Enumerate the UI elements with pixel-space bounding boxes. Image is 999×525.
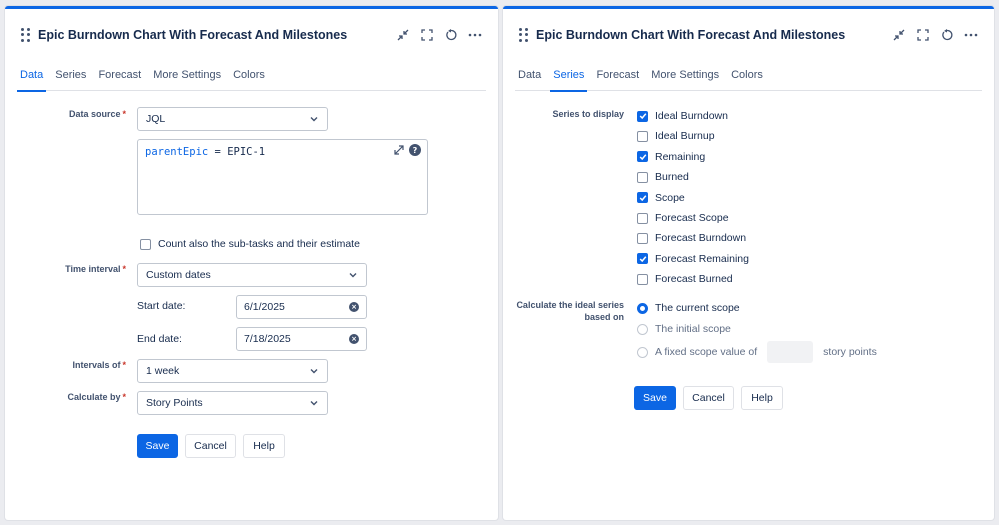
ideal-series-label: Calculate the ideal series based on — [516, 299, 624, 323]
help-button[interactable]: Help — [243, 434, 285, 458]
radio-fixed-scope[interactable]: A fixed scope value of story points — [637, 341, 877, 363]
checkbox-checked-icon — [637, 192, 648, 203]
series-checkbox-ideal-burnup[interactable]: Ideal Burnup — [637, 130, 715, 142]
intervals-of-label: Intervals of* — [72, 360, 126, 370]
series-checkbox-scope[interactable]: Scope — [637, 192, 685, 204]
minimize-icon[interactable] — [396, 28, 410, 42]
series-checkbox-remaining[interactable]: Remaining — [637, 151, 705, 163]
save-button[interactable]: Save — [634, 386, 676, 410]
chevron-down-icon — [348, 270, 358, 280]
more-actions-icon[interactable] — [964, 28, 978, 42]
radio-initial-scope[interactable]: The initial scope — [637, 323, 731, 335]
panel-title: Epic Burndown Chart With Forecast And Mi… — [38, 28, 396, 42]
series-label: Forecast Remaining — [655, 253, 749, 265]
checkbox-icon — [637, 131, 648, 142]
drag-handle-icon[interactable] — [519, 28, 528, 42]
tab-forecast[interactable]: Forecast — [98, 67, 141, 91]
series-checkbox-forecast-remaining[interactable]: Forecast Remaining — [637, 253, 749, 265]
series-label: Ideal Burnup — [655, 130, 715, 142]
tab-data[interactable]: Data — [20, 67, 43, 91]
refresh-icon[interactable] — [444, 28, 458, 42]
tab-more-settings[interactable]: More Settings — [153, 67, 221, 91]
panel-header: Epic Burndown Chart With Forecast And Mi… — [21, 25, 482, 45]
series-label: Forecast Burndown — [655, 232, 746, 244]
series-label: Forecast Burned — [655, 273, 733, 285]
config-tabs: Data Series Forecast More Settings Color… — [515, 67, 982, 91]
checkbox-icon — [637, 233, 648, 244]
jql-query-editor[interactable]: parentEpic = EPIC-1 ? — [137, 139, 428, 215]
checkbox-checked-icon — [637, 151, 648, 162]
panel-title: Epic Burndown Chart With Forecast And Mi… — [536, 28, 892, 42]
more-actions-icon[interactable] — [468, 28, 482, 42]
right-gadget-panel: Epic Burndown Chart With Forecast And Mi… — [503, 6, 994, 520]
series-checkbox-forecast-scope[interactable]: Forecast Scope — [637, 212, 729, 224]
series-checkbox-ideal-burndown[interactable]: Ideal Burndown — [637, 110, 728, 122]
intervals-of-select[interactable]: 1 week — [137, 359, 328, 383]
checkbox-icon — [637, 213, 648, 224]
clear-icon[interactable]: × — [349, 302, 359, 312]
minimize-icon[interactable] — [892, 28, 906, 42]
checkbox-checked-icon — [637, 253, 648, 264]
start-date-input[interactable]: 6/1/2025 × — [236, 295, 367, 319]
tab-colors[interactable]: Colors — [731, 67, 763, 91]
series-checkbox-burned[interactable]: Burned — [637, 171, 689, 183]
series-label: Scope — [655, 192, 685, 204]
config-tabs: Data Series Forecast More Settings Color… — [17, 67, 486, 91]
fullscreen-icon[interactable] — [420, 28, 434, 42]
data-source-label: Data source* — [69, 109, 126, 119]
help-button[interactable]: Help — [741, 386, 783, 410]
chevron-down-icon — [309, 366, 319, 376]
cancel-button[interactable]: Cancel — [683, 386, 734, 410]
tab-series[interactable]: Series — [55, 67, 86, 91]
chevron-down-icon — [309, 398, 319, 408]
count-subtasks-checkbox[interactable]: Count also the sub-tasks and their estim… — [140, 238, 360, 250]
radio-current-scope[interactable]: The current scope — [637, 302, 740, 314]
cancel-button[interactable]: Cancel — [185, 434, 236, 458]
checkbox-icon — [140, 239, 151, 250]
series-label: Remaining — [655, 151, 705, 163]
tab-more-settings[interactable]: More Settings — [651, 67, 719, 91]
series-checkbox-forecast-burndown[interactable]: Forecast Burndown — [637, 232, 746, 244]
start-date-label: Start date: — [137, 300, 185, 312]
time-interval-label: Time interval* — [65, 264, 126, 274]
series-label: Burned — [655, 171, 689, 183]
checkbox-icon — [637, 274, 648, 285]
save-button[interactable]: Save — [137, 434, 178, 458]
calculate-by-select[interactable]: Story Points — [137, 391, 328, 415]
help-icon[interactable]: ? — [409, 144, 421, 156]
radio-icon — [637, 324, 648, 335]
chevron-down-icon — [309, 114, 319, 124]
tab-series[interactable]: Series — [553, 67, 584, 91]
series-to-display-label: Series to display — [552, 109, 624, 119]
time-interval-select[interactable]: Custom dates — [137, 263, 367, 287]
tab-data[interactable]: Data — [518, 67, 541, 91]
data-source-select[interactable]: JQL — [137, 107, 328, 131]
refresh-icon[interactable] — [940, 28, 954, 42]
panel-header: Epic Burndown Chart With Forecast And Mi… — [519, 25, 978, 45]
fullscreen-icon[interactable] — [916, 28, 930, 42]
series-label: Ideal Burndown — [655, 110, 728, 122]
end-date-label: End date: — [137, 333, 182, 345]
expand-icon[interactable] — [394, 145, 404, 155]
calculate-by-label: Calculate by* — [67, 392, 126, 402]
radio-selected-icon — [637, 303, 648, 314]
tab-colors[interactable]: Colors — [233, 67, 265, 91]
radio-icon — [637, 347, 648, 358]
clear-icon[interactable]: × — [349, 334, 359, 344]
series-label: Forecast Scope — [655, 212, 729, 224]
tab-forecast[interactable]: Forecast — [596, 67, 639, 91]
checkbox-icon — [637, 172, 648, 183]
fixed-scope-value-input[interactable] — [767, 341, 813, 363]
end-date-input[interactable]: 7/18/2025 × — [236, 327, 367, 351]
checkbox-checked-icon — [637, 111, 648, 122]
series-checkbox-forecast-burned[interactable]: Forecast Burned — [637, 273, 733, 285]
drag-handle-icon[interactable] — [21, 28, 30, 42]
left-gadget-panel: Epic Burndown Chart With Forecast And Mi… — [5, 6, 498, 520]
